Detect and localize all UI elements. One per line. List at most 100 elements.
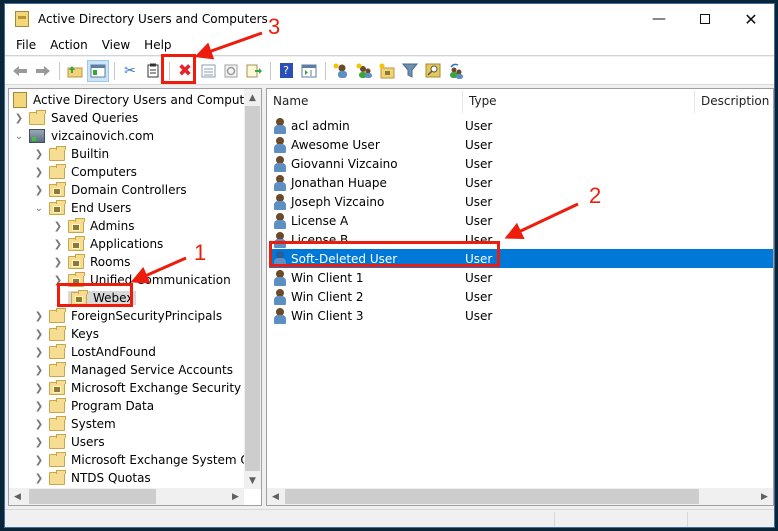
scroll-down-button[interactable]: ▼	[244, 472, 261, 489]
column-header-description[interactable]: Description	[695, 89, 773, 113]
menu-file[interactable]: File	[9, 38, 43, 52]
console-tree[interactable]: Active Directory Users and Computers [S …	[8, 88, 262, 506]
tree-item[interactable]: Webex	[52, 289, 137, 307]
tree-item[interactable]: ❯ Microsoft Exchange System Obje	[33, 451, 261, 469]
user-icon	[273, 155, 287, 172]
scroll-thumb[interactable]	[285, 489, 699, 504]
tree-item[interactable]: ❯ Builtin	[33, 145, 109, 163]
expand-chevron-icon[interactable]: ❯	[33, 329, 45, 340]
expand-chevron-icon[interactable]: ❯	[33, 437, 45, 448]
menu-view[interactable]: View	[95, 38, 137, 52]
tree-item[interactable]: ❯ LostAndFound	[33, 343, 156, 361]
cut-button[interactable]: ✂	[119, 60, 141, 82]
add-to-group-button[interactable]	[445, 60, 467, 82]
expand-chevron-icon[interactable]: ❯	[33, 149, 45, 160]
tree-root[interactable]: Active Directory Users and Computers [S	[13, 91, 261, 109]
expand-chevron-icon[interactable]: ❯	[33, 185, 45, 196]
create-user-button[interactable]	[330, 60, 352, 82]
back-button[interactable]	[9, 60, 31, 82]
expand-chevron-icon[interactable]: ❯	[33, 167, 45, 178]
expand-chevron-icon[interactable]: ❯	[33, 347, 45, 358]
help-button[interactable]: ?	[275, 60, 297, 82]
expand-chevron-icon[interactable]: ❯	[33, 383, 45, 394]
collapse-chevron-icon[interactable]: ⌄	[13, 131, 25, 142]
column-header-type[interactable]: Type	[463, 89, 693, 113]
list-horizontal-scrollbar[interactable]: ◀ ▶	[267, 488, 773, 505]
list-row[interactable]: Soft-Deleted User User	[269, 249, 773, 268]
tree-item-content: Keys	[49, 325, 99, 341]
delete-button[interactable]: ✖	[174, 60, 196, 82]
tree-item[interactable]: ❯ ForeignSecurityPrincipals	[33, 307, 222, 325]
scroll-left-button[interactable]: ◀	[267, 488, 284, 505]
tree-horizontal-scrollbar[interactable]: ◀ ▶	[9, 488, 244, 505]
scroll-left-button[interactable]: ◀	[9, 488, 26, 505]
list-row[interactable]: acl admin User	[269, 116, 773, 135]
tree-item[interactable]: ❯ Unified Communication	[52, 271, 231, 289]
refresh-button[interactable]	[220, 60, 242, 82]
scroll-thumb[interactable]	[245, 106, 260, 471]
column-header-name[interactable]: Name ⌃	[267, 89, 462, 113]
tree-item[interactable]: ❯ Domain Controllers	[33, 181, 187, 199]
close-button[interactable]: ✕	[728, 4, 774, 34]
menu-help[interactable]: Help	[137, 38, 178, 52]
tree-vertical-scrollbar[interactable]: ▲ ▼	[244, 89, 261, 489]
expand-chevron-icon[interactable]: ❯	[33, 311, 45, 322]
tree-item[interactable]: ❯ NTDS Quotas	[33, 469, 151, 487]
list-row[interactable]: Win Client 1 User	[269, 268, 773, 287]
menu-action[interactable]: Action	[43, 38, 95, 52]
export-list-button[interactable]	[243, 60, 265, 82]
tree-item[interactable]: ❯ Computers	[33, 163, 137, 181]
collapse-chevron-icon[interactable]: ⌄	[33, 203, 45, 214]
tree-item[interactable]: ❯ Program Data	[33, 397, 154, 415]
tree-item[interactable]: ❯ Applications	[52, 235, 163, 253]
scroll-up-button[interactable]: ▲	[244, 89, 261, 106]
tree-item[interactable]: ❯ Managed Service Accounts	[33, 361, 233, 379]
expand-chevron-icon[interactable]: ❯	[33, 365, 45, 376]
create-ou-button[interactable]	[376, 60, 398, 82]
expand-chevron-icon[interactable]: ❯	[52, 275, 64, 286]
tree-item[interactable]: ❯ Saved Queries	[13, 109, 138, 127]
tree-item[interactable]: ❯ Keys	[33, 325, 99, 343]
tree-item[interactable]: ⌄ vizcainovich.com	[13, 127, 154, 145]
tree-item[interactable]: ❯ Users	[33, 433, 105, 451]
list-row[interactable]: License B User	[269, 230, 773, 249]
list-row[interactable]: Win Client 3 User	[269, 306, 773, 325]
tree-item-content: Webex	[68, 289, 137, 305]
maximize-button[interactable]	[682, 4, 728, 34]
expand-chevron-icon[interactable]: ❯	[33, 401, 45, 412]
expand-chevron-icon[interactable]: ❯	[33, 419, 45, 430]
find-button[interactable]	[422, 60, 444, 82]
expand-chevron-icon[interactable]: ❯	[33, 473, 45, 484]
tree-item[interactable]: ⌄ End Users	[33, 199, 131, 217]
expand-chevron-icon[interactable]: ❯	[52, 221, 64, 232]
tree-item[interactable]: ❯ System	[33, 415, 116, 433]
paste-button[interactable]	[142, 60, 164, 82]
expand-chevron-icon[interactable]: ❯	[52, 239, 64, 250]
tree-item[interactable]: ❯ Admins	[52, 217, 135, 235]
user-name-cell: Win Client 1	[291, 270, 364, 285]
scroll-thumb[interactable]	[29, 489, 156, 504]
minimize-button[interactable]: —	[636, 4, 682, 34]
scroll-right-button[interactable]: ▶	[756, 488, 773, 505]
properties-button[interactable]	[197, 60, 219, 82]
tree-item[interactable]: ❯ Microsoft Exchange Security Grou	[33, 379, 261, 397]
up-one-level-button[interactable]	[64, 60, 86, 82]
list-row[interactable]: License A User	[269, 211, 773, 230]
list-row[interactable]: Win Client 2 User	[269, 287, 773, 306]
list-row[interactable]: Jonathan Huape User	[269, 173, 773, 192]
toolbar-separator	[59, 61, 60, 80]
show-hide-action-pane-button[interactable]	[298, 60, 320, 82]
list-row[interactable]: Awesome User User	[269, 135, 773, 154]
list-row[interactable]: Joseph Vizcaino User	[269, 192, 773, 211]
expand-chevron-icon[interactable]: ❯	[13, 113, 25, 124]
tree-item[interactable]: ❯ Rooms	[52, 253, 130, 271]
list-row[interactable]: Giovanni Vizcaino User	[269, 154, 773, 173]
show-hide-console-tree-button[interactable]	[87, 59, 109, 82]
forward-button[interactable]	[32, 60, 54, 82]
filter-button[interactable]	[399, 60, 421, 82]
scroll-right-button[interactable]: ▶	[227, 488, 244, 505]
details-list[interactable]: Name ⌃ Type Description acl admin User Awe…	[266, 88, 774, 506]
create-group-button[interactable]	[353, 60, 375, 82]
expand-chevron-icon[interactable]: ❯	[52, 257, 64, 268]
expand-chevron-icon[interactable]: ❯	[33, 455, 45, 466]
